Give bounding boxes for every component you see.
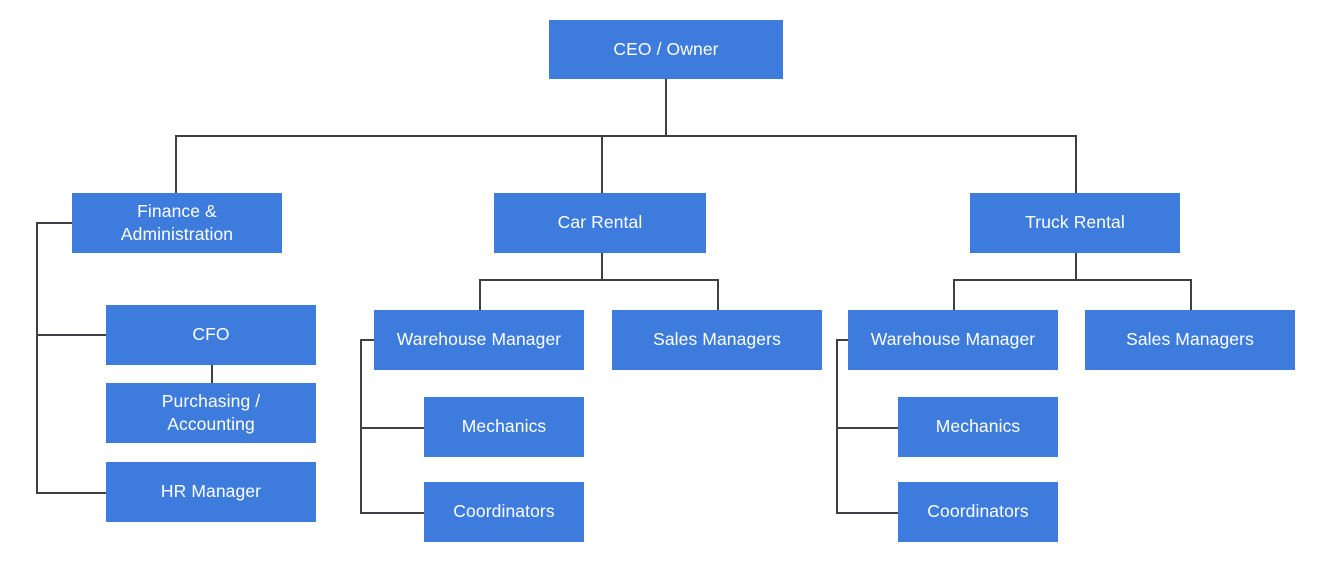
- node-label: Sales Managers: [653, 329, 781, 350]
- connector-car-mechanics-stub: [360, 427, 426, 429]
- connector-finance-stub: [36, 222, 73, 224]
- org-chart-canvas: CEO / Owner Finance & Administration Car…: [0, 0, 1329, 570]
- connector-truck-rental-bus: [953, 279, 1191, 281]
- connector-ceo-drop: [665, 79, 667, 136]
- node-truck-coordinators[interactable]: Coordinators: [898, 482, 1058, 542]
- connector-truck-rental-drop: [1075, 253, 1077, 280]
- node-label: Warehouse Manager: [396, 329, 562, 350]
- node-car-mechanics[interactable]: Mechanics: [424, 397, 584, 457]
- connector-cfo-to-purchasing: [211, 365, 213, 384]
- node-label: HR Manager: [160, 481, 262, 502]
- node-hr-manager[interactable]: HR Manager: [106, 462, 316, 522]
- node-label: Purchasing / Accounting: [161, 390, 261, 434]
- connector-finance-spine: [36, 222, 38, 493]
- node-truck-warehouse-manager[interactable]: Warehouse Manager: [848, 310, 1058, 370]
- node-purchasing-accounting[interactable]: Purchasing / Accounting: [106, 383, 316, 443]
- connector-bus-to-car-rental: [601, 135, 603, 193]
- connector-hr-stub: [36, 492, 107, 494]
- node-car-coordinators[interactable]: Coordinators: [424, 482, 584, 542]
- node-label: CFO: [192, 324, 230, 345]
- connector-car-coordinators-stub: [360, 512, 426, 514]
- connector-truck-warehouse-spine: [836, 339, 838, 513]
- node-truck-mechanics[interactable]: Mechanics: [898, 397, 1058, 457]
- connector-car-rental-drop: [601, 253, 603, 280]
- connector-cfo-stub: [36, 334, 107, 336]
- node-car-rental[interactable]: Car Rental: [494, 193, 706, 253]
- node-truck-rental[interactable]: Truck Rental: [970, 193, 1180, 253]
- connector-car-rental-bus: [479, 279, 718, 281]
- connector-truck-coordinators-stub: [836, 512, 900, 514]
- node-label: Sales Managers: [1126, 329, 1254, 350]
- node-label: Truck Rental: [1025, 212, 1125, 233]
- node-label: Coordinators: [453, 501, 555, 522]
- node-truck-sales-managers[interactable]: Sales Managers: [1085, 310, 1295, 370]
- node-label: Car Rental: [557, 212, 643, 233]
- connector-truck-bus-to-sales: [1190, 279, 1192, 311]
- connector-truck-bus-to-warehouse: [953, 279, 955, 311]
- connector-truck-mechanics-stub: [836, 427, 900, 429]
- connector-level1-bus: [175, 135, 1076, 137]
- node-finance-administration[interactable]: Finance & Administration: [72, 193, 282, 253]
- node-cfo[interactable]: CFO: [106, 305, 316, 365]
- connector-car-bus-to-warehouse: [479, 279, 481, 311]
- node-car-warehouse-manager[interactable]: Warehouse Manager: [374, 310, 584, 370]
- node-label: CEO / Owner: [613, 38, 719, 59]
- node-label: Mechanics: [935, 416, 1021, 437]
- node-ceo-owner[interactable]: CEO / Owner: [549, 20, 783, 79]
- node-label: Finance & Administration: [120, 200, 234, 244]
- connector-car-warehouse-spine: [360, 339, 362, 513]
- node-label: Coordinators: [927, 501, 1029, 522]
- node-label: Warehouse Manager: [870, 329, 1036, 350]
- connector-bus-to-finance: [175, 135, 177, 193]
- node-car-sales-managers[interactable]: Sales Managers: [612, 310, 822, 370]
- connector-car-bus-to-sales: [717, 279, 719, 311]
- node-label: Mechanics: [461, 416, 547, 437]
- connector-bus-to-truck-rental: [1075, 135, 1077, 193]
